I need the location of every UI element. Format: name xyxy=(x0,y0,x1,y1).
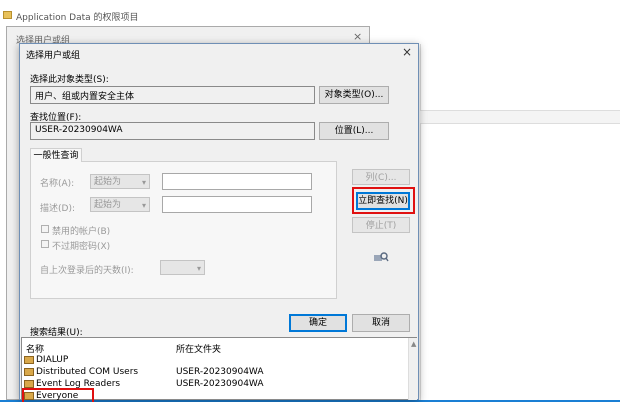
results-scrollbar[interactable]: ▲ xyxy=(408,338,417,400)
name-label: 名称(A): xyxy=(40,179,75,189)
locations-button[interactable]: 位置(L)... xyxy=(319,122,389,140)
no-expire-password-checkbox[interactable] xyxy=(41,240,49,248)
name-condition-dropdown[interactable]: 起始为 ▾ xyxy=(90,174,150,189)
name-condition-value: 起始为 xyxy=(94,177,122,187)
description-condition-value: 起始为 xyxy=(94,200,122,210)
result-folder: USER-20230904WA xyxy=(176,367,264,377)
location-field: USER-20230904WA xyxy=(30,122,315,140)
description-label: 描述(D): xyxy=(40,204,75,214)
chevron-down-icon: ▾ xyxy=(141,201,146,210)
object-type-field: 用户、组或内置安全主体 xyxy=(30,86,315,104)
find-now-button[interactable]: 立即查找(N) xyxy=(356,192,410,210)
result-name[interactable]: DIALUP xyxy=(36,355,68,365)
column-header-name[interactable]: 名称 xyxy=(26,342,44,355)
object-type-label: 选择此对象类型(S): xyxy=(30,75,109,85)
search-users-icon xyxy=(373,251,389,263)
object-types-button[interactable]: 对象类型(O)... xyxy=(319,86,389,104)
group-icon xyxy=(24,368,34,376)
folder-icon xyxy=(3,11,12,19)
days-since-logon-label: 自上次登录后的天数(I): xyxy=(40,266,134,276)
group-icon xyxy=(24,392,34,400)
tab-general-query[interactable]: 一般性查询 xyxy=(30,148,82,162)
permissions-window-title: Application Data 的权限项目 xyxy=(16,13,139,23)
days-since-logon-dropdown[interactable]: ▾ xyxy=(160,260,205,275)
chevron-down-icon: ▾ xyxy=(196,264,201,273)
group-icon xyxy=(24,380,34,388)
permissions-window-band xyxy=(420,110,620,124)
description-condition-dropdown[interactable]: 起始为 ▾ xyxy=(90,197,150,212)
name-input[interactable] xyxy=(162,173,312,190)
group-icon xyxy=(24,356,34,364)
scroll-up-icon[interactable]: ▲ xyxy=(411,340,416,348)
no-expire-password-label: 不过期密码(X) xyxy=(52,242,111,252)
ok-button[interactable]: 确定 xyxy=(289,314,347,332)
close-icon[interactable]: × xyxy=(402,45,412,59)
disabled-accounts-label: 禁用的帐户(B) xyxy=(52,227,111,237)
disabled-accounts-checkbox[interactable] xyxy=(41,225,49,233)
dialog-title: 选择用户或组 xyxy=(26,51,81,61)
permissions-window-body xyxy=(420,44,620,400)
column-header-folder[interactable]: 所在文件夹 xyxy=(176,342,221,355)
result-folder: USER-20230904WA xyxy=(176,379,264,389)
description-input[interactable] xyxy=(162,196,312,213)
columns-button[interactable]: 列(C)... xyxy=(352,169,410,185)
result-name[interactable]: Distributed COM Users xyxy=(36,367,138,377)
cancel-button[interactable]: 取消 xyxy=(352,314,410,332)
close-icon[interactable]: × xyxy=(353,30,362,43)
stop-button[interactable]: 停止(T) xyxy=(352,217,410,233)
chevron-down-icon: ▾ xyxy=(141,178,146,187)
